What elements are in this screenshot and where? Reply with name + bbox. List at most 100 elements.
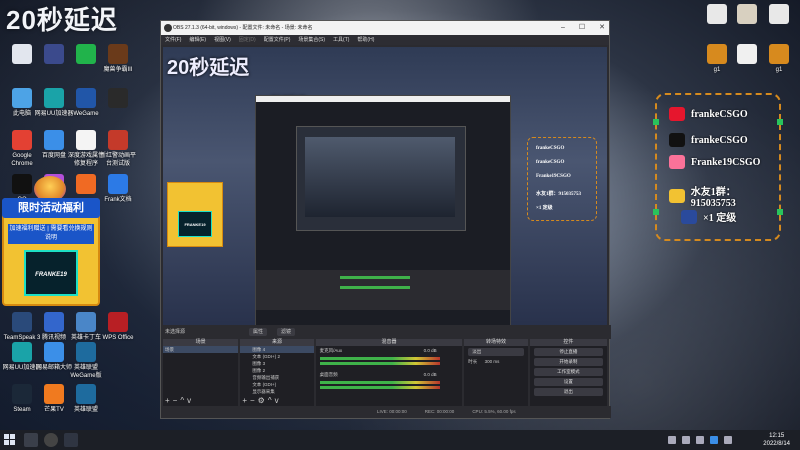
mixer-track-db: 0.0 dB [423,348,437,353]
control-button[interactable]: 开始录制 [533,358,604,366]
file-icon [737,4,757,24]
panel-corner-dot [777,209,783,215]
scenes-toolbar[interactable]: +−^v [165,396,194,405]
source-item[interactable]: 文本 (GDI+) 2 [240,353,313,360]
file-icon [707,4,727,24]
obs-window[interactable]: OBS 27.1.3 (64-bit, windows) - 配置文件: 未命名… [160,20,611,419]
desktop-icon[interactable]: 新红警动画平台测试版 [98,130,138,168]
social-text: frankeCSGO [691,108,748,120]
obs-scenebar: 未选择源 属性 滤镜 [161,325,611,339]
control-button[interactable]: 工作室模式 [533,368,604,376]
control-button[interactable]: 退出 [533,388,604,396]
menu-item[interactable]: 配置文件(P) [264,35,291,45]
social-row: ×1 定级 [681,209,736,224]
menu-item[interactable]: 视图(V) [214,35,231,45]
scene-item[interactable]: 场景 [163,346,239,353]
desktop-icon[interactable]: 英雄联盟WeGame版 [66,342,106,380]
menu-item[interactable]: 场景集合(S) [298,35,325,45]
panel-corner-dot [777,119,783,125]
social-text: ×1 定级 [703,213,737,224]
menu-item[interactable]: 帮助(H) [357,35,374,45]
mixer-dock: 混音器 麦克风/Aux 0.0 dB 桌面音频 0.0 dB [315,339,463,407]
mixer-track-db: 0.0 dB [423,372,437,377]
transitions-header: 转场特效 [464,339,528,346]
maximize-icon[interactable]: ☐ [579,21,585,35]
desktop-icon[interactable] [730,4,764,26]
desktop-icon[interactable]: WPS Office [98,312,138,342]
mixer-track-label: 桌面音频 [319,372,338,377]
app-icon [44,44,64,64]
mixer-fader[interactable] [319,386,440,389]
obs-preview[interactable]: 20秒延迟 20秒延迟 FRANKE19 frankeCSGO frankeCS… [163,47,607,333]
close-icon[interactable]: ✕ [599,21,605,35]
desktop-icon[interactable]: 英雄联盟 [66,384,106,414]
control-button[interactable]: 设置 [533,378,604,386]
tray-icon[interactable] [710,436,718,444]
status-item: LIVE: 00:00:00 [377,409,407,414]
desktop-icon-label: g1 [713,67,721,73]
duration-input[interactable]: 300 ms [485,359,500,364]
app-taskbar-icon[interactable] [64,433,78,447]
promo-badge: 限时活动福利 加速福利赠送 | 需要看兑换规则说明 FRANKE19 [2,198,100,306]
app-icon [44,312,64,332]
sources-dock: 来源 图像 4 文本 (GDI+) 2 图像 3 图像 2 音频输出捕获 文本 (GDI+… [240,339,314,407]
desktop-icon[interactable]: Frank文档 [98,174,138,204]
desktop-icon-label: WeGame [73,111,99,117]
menu-item[interactable]: 文件(F) [165,35,181,45]
sources-header: 来源 [240,339,314,346]
social-text: frankeCSGO [691,134,748,146]
app-icon [12,88,32,108]
social-row: frankeCSGO [669,107,748,121]
windows-start-icon[interactable] [4,434,16,446]
menu-item[interactable]: 固定(D) [239,35,256,45]
duration-label: 时长 [468,359,478,364]
file-icon [769,4,789,24]
tray-icon[interactable] [696,436,704,444]
obs-docks: 场景 场景 +−^v 来源 图像 4 文本 (GDI+) 2 图像 3 图像 2 音频输… [163,339,608,407]
nested-obs-capture [296,126,466,231]
source-item[interactable]: 图像 3 [240,360,313,367]
preview-social-text: Franke19CSGO [536,174,571,179]
sources-toolbar[interactable]: +−⚙^v [242,396,281,405]
no-source-label: 未选择源 [165,329,186,335]
obs-title: OBS 27.1.3 (64-bit, windows) - 配置文件: 未命名… [173,25,313,31]
desktop-icon[interactable]: 魔兽争霸III [98,44,138,74]
app-icon [108,88,128,108]
source-item[interactable]: 图像 2 [240,367,313,374]
source-item[interactable]: 显示器采集 [240,388,313,395]
mixer-fader[interactable] [319,362,440,365]
desktop-icon[interactable] [98,88,138,110]
properties-button[interactable]: 属性 [249,328,268,336]
tray-icon[interactable] [682,436,690,444]
source-item[interactable]: 图像 4 [240,346,314,353]
minimize-icon[interactable]: – [561,21,565,35]
taskbar: 12:15 2022/8/14 [0,430,800,450]
control-button[interactable]: 停止直播 [533,348,604,356]
obs-taskbar-icon[interactable] [44,433,58,447]
mixer-track-label: 麦克风/Aux [319,348,343,353]
transition-select[interactable]: 淡出 [468,348,524,356]
app-icon [76,312,96,332]
tray-icon[interactable] [668,436,676,444]
source-item[interactable]: 文本 (GDI+) [240,381,313,388]
rocket-icon [681,209,697,224]
source-item[interactable]: 音频输出捕获 [240,374,313,381]
file-icon [707,44,727,64]
social-row: 水友1群：915035753 [669,183,779,209]
search-icon[interactable] [24,433,38,447]
app-icon [108,130,128,150]
obs-titlebar[interactable]: OBS 27.1.3 (64-bit, windows) - 配置文件: 未命名… [161,21,609,35]
desktop-icon[interactable] [762,4,796,26]
desktop-icon[interactable] [700,4,734,26]
menu-item[interactable]: 工具(T) [333,35,349,45]
taskbar-clock[interactable]: 12:15 2022/8/14 [763,432,790,448]
desktop-icon[interactable]: g1 [700,44,734,74]
menu-item[interactable]: 编辑(E) [189,35,206,45]
desktop-icon[interactable] [730,44,764,66]
mixer-header: 混音器 [315,339,463,346]
app-icon [76,130,96,150]
desktop-icon[interactable]: g1 [762,44,796,74]
tray-icon[interactable] [724,436,732,444]
filters-button[interactable]: 滤镜 [277,328,296,336]
app-icon [108,44,128,64]
